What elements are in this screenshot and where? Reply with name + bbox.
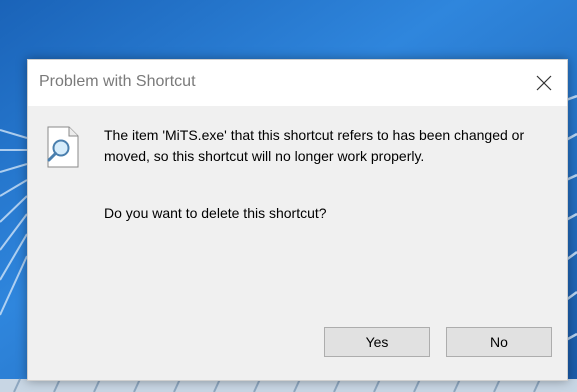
- no-button[interactable]: No: [446, 327, 552, 357]
- document-search-icon: [47, 126, 79, 168]
- dialog-title: Problem with Shortcut: [39, 73, 196, 90]
- close-icon: [536, 75, 552, 91]
- problem-dialog: Problem with Shortcut The item 'MiTS.exe…: [27, 59, 568, 381]
- dialog-message: The item 'MiTS.exe' that this shortcut r…: [104, 125, 534, 166]
- dialog-question: Do you want to delete this shortcut?: [104, 205, 327, 221]
- message-text: The item 'MiTS.exe' that this shortcut r…: [104, 127, 525, 164]
- dialog-titlebar[interactable]: Problem with Shortcut: [28, 60, 567, 106]
- close-button[interactable]: [521, 60, 567, 106]
- yes-button[interactable]: Yes: [324, 327, 430, 357]
